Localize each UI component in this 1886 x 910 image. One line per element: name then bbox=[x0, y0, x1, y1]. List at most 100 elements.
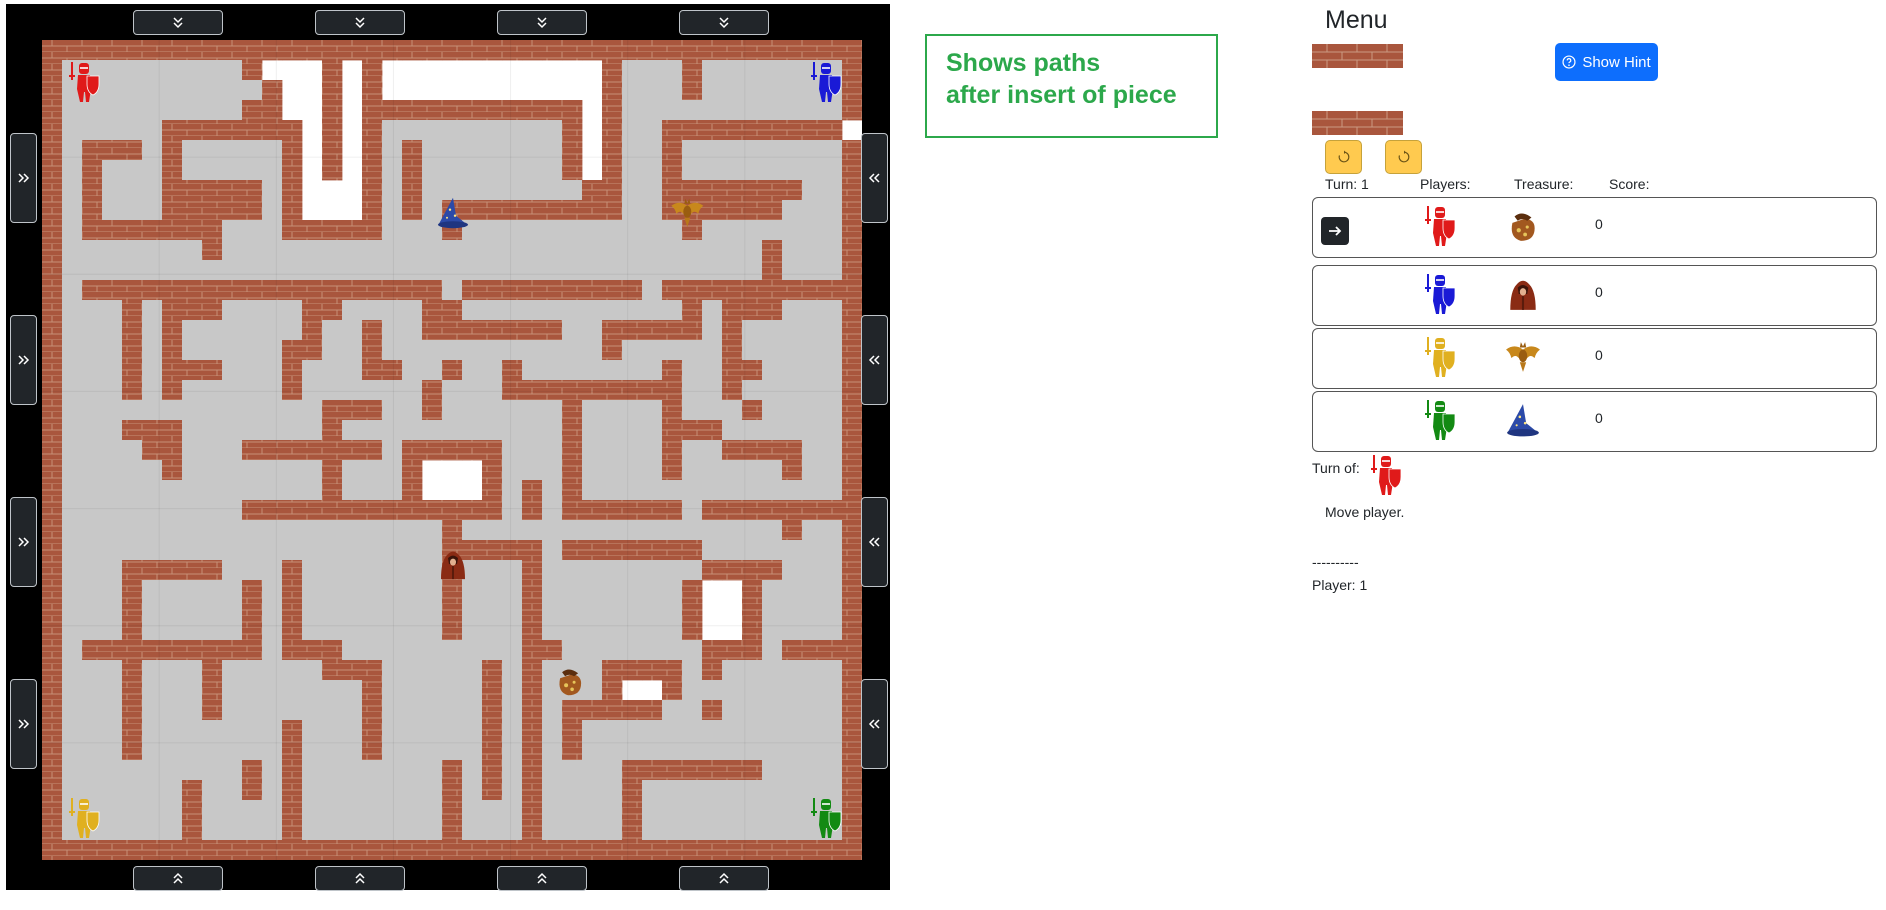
wall-cell bbox=[282, 440, 303, 461]
wall-cell bbox=[322, 660, 343, 681]
path-cell bbox=[262, 800, 283, 821]
path-cell bbox=[162, 600, 183, 621]
path-cell bbox=[442, 380, 463, 401]
wall-cell bbox=[202, 220, 223, 241]
path-cell bbox=[462, 580, 483, 601]
path-cell bbox=[222, 340, 243, 361]
wall-cell bbox=[262, 440, 283, 461]
wall-cell bbox=[842, 720, 862, 741]
double-chevron-left-icon bbox=[868, 719, 880, 729]
path-cell bbox=[762, 220, 783, 241]
path-cell bbox=[302, 800, 323, 821]
shift-column-2-down-button[interactable] bbox=[315, 10, 405, 35]
wall-cell bbox=[682, 180, 703, 201]
double-chevron-right-icon bbox=[17, 355, 29, 365]
shift-row-4-right-button[interactable] bbox=[10, 679, 37, 769]
shift-row-3-left-button[interactable] bbox=[861, 497, 888, 587]
path-cell bbox=[102, 760, 123, 781]
shift-row-4-left-button[interactable] bbox=[861, 679, 888, 769]
wall-cell bbox=[282, 200, 303, 221]
wall-cell bbox=[282, 500, 303, 521]
shift-row-1-right-button[interactable] bbox=[10, 133, 37, 223]
shift-column-4-up-button[interactable] bbox=[679, 866, 769, 891]
shift-column-3-down-button[interactable] bbox=[497, 10, 587, 35]
shift-column-2-up-button[interactable] bbox=[315, 866, 405, 891]
extra-tile-bottom[interactable] bbox=[1312, 111, 1403, 135]
wall-cell bbox=[42, 480, 63, 501]
path-cell bbox=[402, 340, 423, 361]
path-cell bbox=[682, 820, 703, 841]
path-cell bbox=[622, 260, 643, 281]
path-cell bbox=[282, 320, 303, 341]
wall-cell bbox=[462, 840, 483, 860]
wall-cell bbox=[642, 500, 663, 521]
path-cell bbox=[502, 820, 523, 841]
path-cell bbox=[102, 660, 123, 681]
path-cell bbox=[762, 620, 783, 641]
path-cell bbox=[162, 620, 183, 641]
show-hint-button[interactable]: Show Hint bbox=[1555, 43, 1658, 81]
shift-row-3-right-button[interactable] bbox=[10, 497, 37, 587]
path-cell bbox=[602, 600, 623, 621]
wall-cell bbox=[282, 600, 303, 621]
shift-row-2-right-button[interactable] bbox=[10, 315, 37, 405]
path-cell bbox=[382, 440, 403, 461]
wall-cell bbox=[362, 280, 383, 301]
path-cell bbox=[102, 320, 123, 341]
extra-tile-top[interactable] bbox=[1312, 44, 1403, 68]
wall-cell bbox=[662, 120, 683, 141]
path-cell bbox=[282, 400, 303, 421]
path-cell bbox=[182, 600, 203, 621]
path-cell bbox=[282, 460, 303, 481]
shift-column-3-up-button[interactable] bbox=[497, 866, 587, 891]
rotate-right-button[interactable] bbox=[1385, 140, 1422, 174]
path-cell bbox=[362, 240, 383, 261]
shift-column-1-up-button[interactable] bbox=[133, 866, 223, 891]
path-cell bbox=[802, 620, 823, 641]
wall-cell bbox=[162, 320, 183, 341]
path-cell bbox=[382, 620, 403, 641]
wall-cell bbox=[522, 280, 543, 301]
annotation-note: Shows paths after insert of piece bbox=[925, 34, 1218, 138]
path-cell bbox=[202, 100, 223, 121]
path-cell bbox=[522, 460, 543, 481]
path-cell bbox=[782, 80, 803, 101]
maze-grid[interactable] bbox=[42, 40, 862, 860]
wall-cell bbox=[722, 500, 743, 521]
wall-cell bbox=[522, 820, 543, 841]
path-cell bbox=[702, 820, 723, 841]
path-cell bbox=[702, 540, 723, 561]
path-cell bbox=[302, 720, 323, 741]
rotate-left-button[interactable] bbox=[1325, 140, 1362, 174]
path-cell bbox=[362, 580, 383, 601]
shift-row-1-left-button[interactable] bbox=[861, 133, 888, 223]
wall-cell bbox=[322, 440, 343, 461]
path-cell bbox=[822, 620, 843, 641]
path-cell bbox=[542, 120, 563, 141]
wall-cell bbox=[622, 780, 643, 801]
shift-row-2-left-button[interactable] bbox=[861, 315, 888, 405]
wall-cell bbox=[622, 500, 643, 521]
path-cell bbox=[762, 160, 783, 181]
shift-column-4-down-button[interactable] bbox=[679, 10, 769, 35]
wall-cell bbox=[562, 460, 583, 481]
path-cell bbox=[562, 300, 583, 321]
path-cell bbox=[242, 480, 263, 501]
path-cell bbox=[582, 460, 603, 481]
wall-cell bbox=[442, 300, 463, 321]
wall-cell bbox=[562, 40, 583, 61]
wall-cell bbox=[382, 280, 403, 301]
wall-cell bbox=[502, 200, 523, 221]
path-cell bbox=[342, 620, 363, 641]
shift-column-1-down-button[interactable] bbox=[133, 10, 223, 35]
wall-cell bbox=[182, 180, 203, 201]
path-cell bbox=[102, 120, 123, 141]
path-cell bbox=[62, 600, 83, 621]
path-cell bbox=[342, 760, 363, 781]
wall-cell bbox=[762, 260, 783, 281]
path-cell bbox=[782, 160, 803, 181]
path-cell bbox=[262, 600, 283, 621]
path-cell bbox=[462, 400, 483, 421]
path-cell bbox=[282, 260, 303, 281]
wall-cell bbox=[602, 500, 623, 521]
